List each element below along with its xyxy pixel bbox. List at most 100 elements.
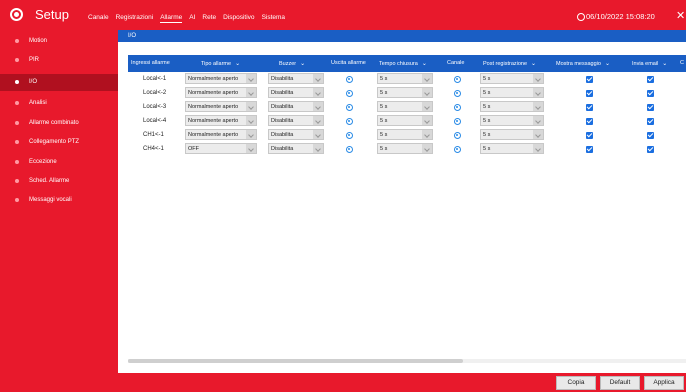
buzzer-select[interactable]: Disabilita <box>268 101 324 112</box>
alarm-type-select[interactable]: Normalmente aperto <box>185 87 257 98</box>
post-recording-select[interactable]: 5 s <box>480 129 544 140</box>
nav-dispositivo[interactable]: Dispositivo <box>223 14 254 23</box>
alarm-type-select[interactable]: Normalmente aperto <box>185 129 257 140</box>
post-recording-select[interactable]: 5 s <box>480 115 544 126</box>
chevron-down-icon <box>533 130 543 139</box>
nav-rete[interactable]: Rete <box>202 14 216 23</box>
channel-gear-icon[interactable] <box>454 90 461 97</box>
col-buzzer[interactable]: Buzzer ⌄ <box>279 60 305 67</box>
alarm-type-select[interactable]: Normalmente aperto <box>185 101 257 112</box>
show-message-checkbox[interactable] <box>586 90 593 97</box>
alarm-type-select[interactable]: Normalmente aperto <box>185 73 257 84</box>
buzzer-select[interactable]: Disabilita <box>268 129 324 140</box>
sidebar-item-pir[interactable]: PIR <box>0 52 118 69</box>
buzzer-select[interactable]: Disabilita <box>268 73 324 84</box>
send-email-checkbox[interactable] <box>647 76 654 83</box>
show-message-checkbox[interactable] <box>586 146 593 153</box>
col-invia-email[interactable]: Invia email ⌄ <box>632 60 667 67</box>
chevron-down-icon <box>533 116 543 125</box>
sidebar-item-eccezione[interactable]: Eccezione <box>0 154 118 171</box>
chevron-down-icon <box>533 144 543 153</box>
select-value: Normalmente aperto <box>188 132 239 138</box>
show-message-checkbox[interactable] <box>586 76 593 83</box>
default-button[interactable]: Default <box>600 376 640 390</box>
sidebar-item-analisi[interactable]: Analisi <box>0 95 118 112</box>
scrollbar-thumb[interactable] <box>128 359 463 363</box>
chevron-down-icon: ⌄ <box>300 61 306 67</box>
alarm-output-gear-icon[interactable] <box>346 132 353 139</box>
table-row: CH4<-1 OFF Disabilita 5 s 5 s <box>128 143 686 157</box>
col-mostra-messaggio[interactable]: Mostra messaggio ⌄ <box>556 60 610 67</box>
alarm-type-select[interactable]: OFF <box>185 143 257 154</box>
col-post-registrazione-label: Post registrazione <box>483 61 528 67</box>
close-time-select[interactable]: 5 s <box>377 129 433 140</box>
alarm-type-select[interactable]: Normalmente aperto <box>185 115 257 126</box>
show-message-checkbox[interactable] <box>586 132 593 139</box>
close-time-select[interactable]: 5 s <box>377 101 433 112</box>
post-recording-select[interactable]: 5 s <box>480 143 544 154</box>
show-message-checkbox[interactable] <box>586 118 593 125</box>
alarm-output-gear-icon[interactable] <box>346 104 353 111</box>
sidebar-item-io[interactable]: I/O <box>0 74 118 91</box>
close-time-select[interactable]: 5 s <box>377 73 433 84</box>
col-tempo-chiusura-label: Tempo chiusura <box>379 61 418 67</box>
close-time-select[interactable]: 5 s <box>377 143 433 154</box>
buzzer-select[interactable]: Disabilita <box>268 143 324 154</box>
sidebar-item-label: Sched. Allarme <box>29 178 70 184</box>
nav-allarme[interactable]: Allarme <box>160 14 183 23</box>
nav-registrazioni[interactable]: Registrazioni <box>116 14 154 23</box>
alarm-output-gear-icon[interactable] <box>346 76 353 83</box>
col-tempo-chiusura[interactable]: Tempo chiusura ⌄ <box>379 60 427 67</box>
channel-gear-icon[interactable] <box>454 104 461 111</box>
alarm-output-gear-icon[interactable] <box>346 146 353 153</box>
chevron-down-icon <box>313 144 323 153</box>
nav-canale[interactable]: Canale <box>88 14 109 23</box>
sidebar-item-sched-allarme[interactable]: Sched. Allarme <box>0 173 118 190</box>
nav-sistema[interactable]: Sistema <box>262 14 285 23</box>
chevron-down-icon <box>313 102 323 111</box>
sidebar-item-motion[interactable]: Motion <box>0 33 118 50</box>
close-time-select[interactable]: 5 s <box>377 115 433 126</box>
post-recording-select[interactable]: 5 s <box>480 101 544 112</box>
send-email-checkbox[interactable] <box>647 118 654 125</box>
send-email-checkbox[interactable] <box>647 146 654 153</box>
nav-ai[interactable]: AI <box>189 14 195 23</box>
sidebar-item-messaggi-vocali[interactable]: Messaggi vocali <box>0 192 118 209</box>
channel-gear-icon[interactable] <box>454 118 461 125</box>
channel-gear-icon[interactable] <box>454 132 461 139</box>
col-post-registrazione[interactable]: Post registrazione ⌄ <box>483 60 536 67</box>
buzzer-select[interactable]: Disabilita <box>268 87 324 98</box>
apply-button[interactable]: Applica <box>644 376 684 390</box>
send-email-checkbox[interactable] <box>647 104 654 111</box>
post-recording-select[interactable]: 5 s <box>480 87 544 98</box>
copy-button[interactable]: Copia <box>556 376 596 390</box>
show-message-checkbox[interactable] <box>586 104 593 111</box>
chevron-down-icon <box>313 130 323 139</box>
send-email-checkbox[interactable] <box>647 90 654 97</box>
col-tipo-allarme[interactable]: Tipo allarme ⌄ <box>201 60 240 67</box>
alarm-output-gear-icon[interactable] <box>346 118 353 125</box>
sidebar-item-label: Messaggi vocali <box>29 197 72 203</box>
chevron-down-icon: ⌄ <box>604 61 610 67</box>
chevron-down-icon <box>246 144 256 153</box>
send-email-checkbox[interactable] <box>647 132 654 139</box>
channel-gear-icon[interactable] <box>454 146 461 153</box>
sidebar-item-collegamento-ptz[interactable]: Collegamento PTZ <box>0 134 118 151</box>
buzzer-select[interactable]: Disabilita <box>268 115 324 126</box>
close-icon[interactable]: ✕ <box>676 9 685 22</box>
sidebar-item-label: Motion <box>29 38 48 44</box>
channel-gear-icon[interactable] <box>454 76 461 83</box>
post-recording-select[interactable]: 5 s <box>480 73 544 84</box>
table-row: Local<-4 Normalmente aperto Disabilita 5… <box>128 115 686 129</box>
tab-io[interactable]: I/O <box>128 33 136 39</box>
close-time-select[interactable]: 5 s <box>377 87 433 98</box>
row-input-name: CH4<-1 <box>143 146 164 152</box>
horizontal-scrollbar[interactable] <box>128 359 686 363</box>
sidebar-item-allarme-combinato[interactable]: Allarme combinato <box>0 115 118 132</box>
bullet-icon <box>15 80 19 84</box>
select-value: 5 s <box>483 104 491 110</box>
alarm-output-gear-icon[interactable] <box>346 90 353 97</box>
sidebar-item-label: I/O <box>29 79 38 85</box>
sidebar-item-label: Allarme combinato <box>29 120 79 126</box>
select-value: Normalmente aperto <box>188 104 239 110</box>
